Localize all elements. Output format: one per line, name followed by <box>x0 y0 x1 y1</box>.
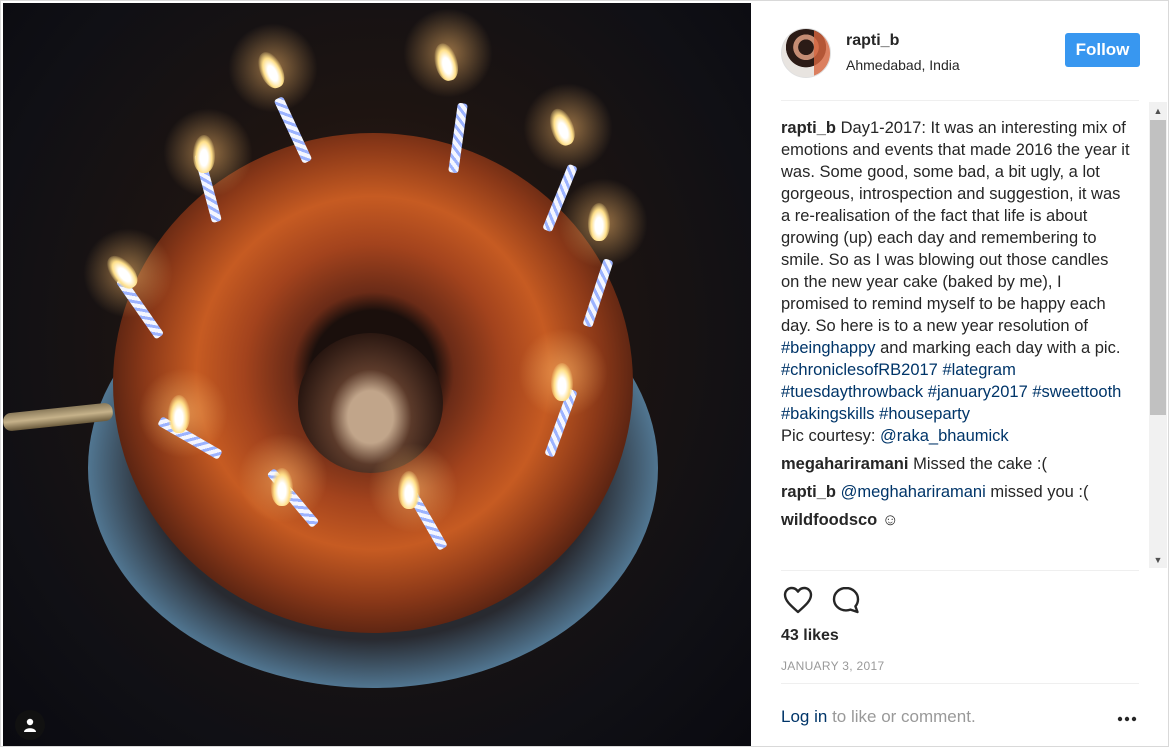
location-link[interactable]: Ahmedabad, India <box>846 57 960 73</box>
divider <box>781 683 1139 684</box>
post-actions <box>781 583 1139 619</box>
speech-bubble-icon[interactable] <box>829 583 863 617</box>
comment-text: Missed the cake :( <box>913 455 1047 473</box>
candle-flame <box>551 363 573 401</box>
hashtag-link[interactable]: #january2017 <box>928 383 1028 401</box>
comment-username[interactable]: rapti_b <box>781 483 836 501</box>
hashtag-link[interactable]: #beinghappy <box>781 339 876 357</box>
candle-flame <box>168 395 190 433</box>
candle-flame <box>588 203 610 241</box>
candle-flame <box>398 471 420 509</box>
caption: rapti_b Day1-2017: It was an interesting… <box>781 117 1131 447</box>
comments-list[interactable]: rapti_b Day1-2017: It was an interesting… <box>781 117 1131 572</box>
comment-item: megahariramani Missed the cake :( <box>781 453 1131 475</box>
hashtag-link[interactable]: #bakingskills <box>781 405 875 423</box>
heart-icon[interactable] <box>781 583 815 617</box>
comment-item: wildfoodsco ☺ <box>781 509 1131 531</box>
mention-link[interactable]: @raka_bhaumick <box>880 427 1009 445</box>
credit-prefix: Pic courtesy: <box>781 427 876 445</box>
comment-username[interactable]: wildfoodsco <box>781 511 877 529</box>
caption-text: Day1-2017: It was an interesting mix of … <box>781 119 1130 335</box>
hashtag-link[interactable]: #lategram <box>942 361 1015 379</box>
post-date[interactable]: JANUARY 3, 2017 <box>781 659 884 673</box>
caption-username[interactable]: rapti_b <box>781 119 836 137</box>
candle-flame <box>271 468 293 506</box>
person-icon[interactable] <box>15 710 45 740</box>
ellipsis-icon[interactable] <box>1115 707 1139 731</box>
hashtag-link[interactable]: #chroniclesofRB2017 <box>781 361 938 379</box>
login-link[interactable]: Log in <box>781 707 827 726</box>
comment-item: rapti_b @meghahariramani missed you :( <box>781 481 1131 503</box>
comments-scrollbar[interactable]: ▲ ▼ <box>1149 102 1167 568</box>
scrollbar-thumb[interactable] <box>1150 120 1166 415</box>
candle-flame <box>193 135 215 173</box>
hashtag-link[interactable]: #tuesdaythrowback <box>781 383 923 401</box>
likes-count[interactable]: 43 likes <box>781 627 839 645</box>
login-footer: Log in to like or comment. <box>781 707 1139 731</box>
follow-button[interactable]: Follow <box>1065 33 1140 67</box>
post-header: rapti_b Ahmedabad, India Follow <box>781 25 1140 95</box>
post-photo[interactable] <box>3 3 751 746</box>
post-sidebar: rapti_b Ahmedabad, India Follow rapti_b … <box>751 3 1168 746</box>
scroll-down-icon[interactable]: ▼ <box>1149 551 1167 568</box>
login-prompt: to like or comment. <box>832 707 976 726</box>
avatar[interactable] <box>781 28 831 78</box>
comment-text: ☺ <box>881 511 899 529</box>
scroll-up-icon[interactable]: ▲ <box>1149 102 1167 119</box>
mention-link[interactable]: @meghahariramani <box>841 483 986 501</box>
caption-text: and marking each day with a pic. <box>880 339 1121 357</box>
comment-username[interactable]: megahariramani <box>781 455 908 473</box>
divider <box>781 100 1139 101</box>
post-frame: rapti_b Ahmedabad, India Follow rapti_b … <box>0 0 1169 747</box>
hashtag-link[interactable]: #houseparty <box>879 405 970 423</box>
hashtag-link[interactable]: #sweettooth <box>1032 383 1121 401</box>
username-link[interactable]: rapti_b <box>846 32 899 50</box>
divider <box>781 570 1139 571</box>
comment-text: missed you :( <box>990 483 1089 501</box>
